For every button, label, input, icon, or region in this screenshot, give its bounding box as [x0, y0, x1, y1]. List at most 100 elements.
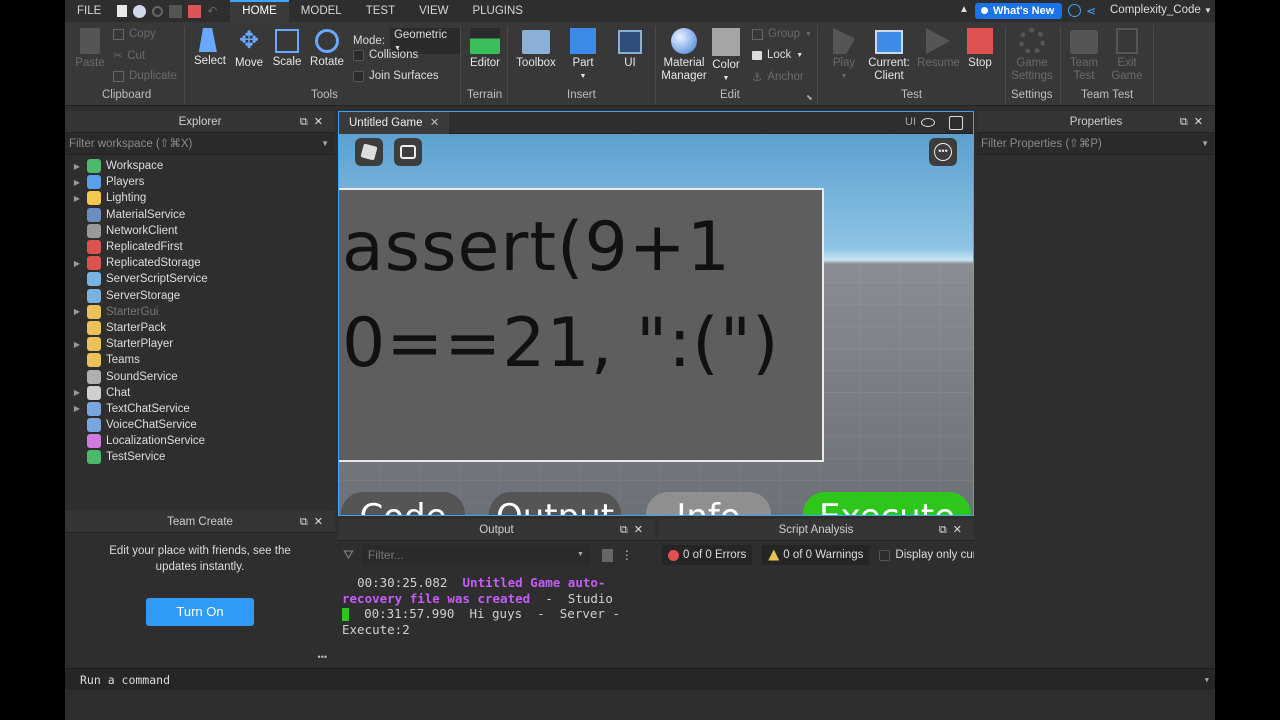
share-icon[interactable]: ⋖	[1086, 4, 1096, 18]
chat-bubble-icon[interactable]	[394, 138, 422, 166]
explorer-item-starterplayer[interactable]: ▶ StarterPlayer	[65, 336, 335, 352]
explorer-item-lighting[interactable]: ▶ Lighting	[65, 190, 335, 206]
edit-group-expand-icon[interactable]: ⬊	[806, 93, 813, 102]
explorer-item-starterpack[interactable]: StarterPack	[65, 320, 335, 336]
expand-arrow-icon[interactable]: ▶	[69, 194, 85, 203]
panel-controls[interactable]: ⧉✕	[620, 519, 649, 541]
collisions-toggle[interactable]: Collisions	[353, 49, 418, 61]
anchor-button[interactable]: ⚓ Anchor	[752, 70, 804, 84]
chevron-down-icon[interactable]: ▼	[1201, 133, 1209, 155]
chevron-down-icon[interactable]: ▼	[1205, 669, 1209, 691]
save-icon[interactable]	[169, 4, 183, 18]
account-menu[interactable]: Complexity_Code ▼	[1110, 4, 1212, 16]
explorer-item-materialservice[interactable]: MaterialService	[65, 207, 335, 223]
device-emulator-icon[interactable]	[949, 116, 963, 130]
info-tab-button[interactable]: Info	[646, 492, 771, 515]
expand-arrow-icon[interactable]: ▶	[69, 259, 85, 268]
output-tab-button[interactable]: Output	[489, 492, 621, 515]
execute-button[interactable]: Execute	[803, 492, 971, 515]
paste-button[interactable]: Paste	[75, 28, 105, 70]
stop-record-icon[interactable]	[188, 4, 202, 18]
explorer-item-networkclient[interactable]: NetworkClient	[65, 223, 335, 239]
close-icon[interactable]: ✕	[430, 117, 440, 129]
rotate-button[interactable]: Rotate	[308, 28, 346, 69]
display-only-checkbox[interactable]	[879, 549, 891, 561]
undo-icon[interactable]: ↶	[207, 4, 220, 18]
expand-arrow-icon[interactable]: ▶	[69, 388, 85, 397]
output-filter-input[interactable]: Filter... ▼	[361, 545, 590, 565]
explorer-filter-input[interactable]: Filter workspace (⇧⌘X) ▼	[65, 133, 335, 155]
more-icon[interactable]: •••	[318, 652, 327, 662]
display-only-toggle[interactable]: Display only curre	[879, 549, 974, 561]
explorer-item-players[interactable]: ▶ Players	[65, 174, 335, 190]
scale-button[interactable]: Scale	[269, 28, 305, 69]
material-manager-button[interactable]: Material Manager	[659, 28, 709, 83]
properties-filter-input[interactable]: Filter Properties (⇧⌘P) ▼	[977, 133, 1215, 155]
whats-new-button[interactable]: What's New	[975, 3, 1063, 19]
tab-plugins[interactable]: PLUGINS	[460, 0, 535, 22]
terrain-editor-button[interactable]: Editor	[468, 28, 502, 70]
copy-button[interactable]: Copy	[113, 28, 156, 40]
eye-icon[interactable]	[921, 118, 935, 127]
command-bar-input[interactable]: Run a command ▼	[65, 668, 1215, 690]
color-button[interactable]: Color ▼	[709, 28, 743, 85]
explorer-item-teams[interactable]: Teams	[65, 352, 335, 368]
binoculars-icon[interactable]	[133, 4, 147, 18]
explorer-item-serverstorage[interactable]: ServerStorage	[65, 288, 335, 304]
menu-file[interactable]: FILE	[65, 0, 113, 22]
expand-arrow-icon[interactable]: ▶	[69, 340, 85, 349]
explorer-item-workspace[interactable]: ▶ Workspace	[65, 158, 335, 174]
roblox-menu-icon[interactable]	[355, 138, 383, 166]
duplicate-button[interactable]: Duplicate	[113, 70, 177, 82]
part-button[interactable]: Part ▼	[565, 28, 601, 83]
warnings-filter-button[interactable]: 0 of 0 Warnings	[762, 545, 870, 565]
play-button[interactable]: Play ▼	[825, 28, 863, 83]
panel-controls[interactable]: ⧉✕	[1180, 111, 1209, 133]
game-viewport[interactable]: Untitled Game ✕ UI ••• assert(9+1 0==21,…	[338, 111, 974, 516]
explorer-item-testservice[interactable]: TestService	[65, 449, 335, 465]
explorer-item-startergui[interactable]: ▶ StarterGui	[65, 304, 335, 320]
turn-on-button[interactable]: Turn On	[146, 598, 254, 626]
explorer-item-replicatedfirst[interactable]: ReplicatedFirst	[65, 239, 335, 255]
game-scene[interactable]: ••• assert(9+1 0==21, ":(") Code Output …	[339, 134, 973, 515]
new-file-icon[interactable]	[117, 5, 128, 17]
tab-test[interactable]: TEST	[354, 0, 407, 22]
panel-controls[interactable]: ⧉✕	[939, 519, 968, 541]
expand-arrow-icon[interactable]: ▶	[69, 307, 85, 316]
tab-model[interactable]: MODEL	[289, 0, 354, 22]
explorer-item-serverscriptservice[interactable]: ServerScriptService	[65, 271, 335, 287]
tab-view[interactable]: VIEW	[407, 0, 460, 22]
expand-arrow-icon[interactable]: ▶	[69, 178, 85, 187]
lock-button[interactable]: Lock ▼	[752, 49, 803, 61]
explorer-item-soundservice[interactable]: SoundService	[65, 368, 335, 384]
expand-arrow-icon[interactable]: ▶	[69, 162, 85, 171]
current-client-button[interactable]: Current: Client	[866, 28, 912, 83]
team-test-button[interactable]: Team Test	[1065, 28, 1103, 83]
collisions-checkbox[interactable]	[353, 49, 364, 61]
chevron-down-icon[interactable]: ▼	[321, 133, 329, 155]
panel-controls[interactable]: ⧉✕	[300, 111, 329, 133]
toolbox-button[interactable]: Toolbox	[515, 28, 557, 70]
ui-button[interactable]: UI	[614, 28, 646, 70]
move-button[interactable]: ✥ Move	[231, 28, 267, 70]
collapse-ribbon-icon[interactable]: ▲	[959, 4, 969, 15]
group-button[interactable]: Group ▼	[752, 28, 812, 40]
more-options-icon[interactable]: •••	[929, 138, 957, 166]
redo-icon[interactable]	[152, 5, 164, 17]
join-surfaces-checkbox[interactable]	[353, 70, 364, 82]
kebab-menu-icon[interactable]: ⋮	[621, 548, 633, 562]
filter-funnel-icon[interactable]: ⛛	[343, 547, 354, 563]
expand-arrow-icon[interactable]: ▶	[69, 404, 85, 413]
stop-button[interactable]: Stop	[965, 28, 995, 70]
explorer-item-replicatedstorage[interactable]: ▶ ReplicatedStorage	[65, 255, 335, 271]
chevron-down-icon[interactable]: ▼	[577, 545, 584, 565]
exit-game-button[interactable]: Exit Game	[1108, 28, 1146, 83]
cut-button[interactable]: ✂ Cut	[113, 49, 145, 63]
explorer-item-localizationservice[interactable]: LocalizationService	[65, 433, 335, 449]
help-icon[interactable]	[1068, 4, 1081, 17]
errors-filter-button[interactable]: 0 of 0 Errors	[662, 545, 753, 565]
tab-untitled-game[interactable]: Untitled Game ✕	[339, 112, 450, 134]
explorer-item-voicechatservice[interactable]: VoiceChatService	[65, 417, 335, 433]
code-tab-button[interactable]: Code	[341, 492, 465, 515]
explorer-item-textchatservice[interactable]: ▶ TextChatService	[65, 401, 335, 417]
